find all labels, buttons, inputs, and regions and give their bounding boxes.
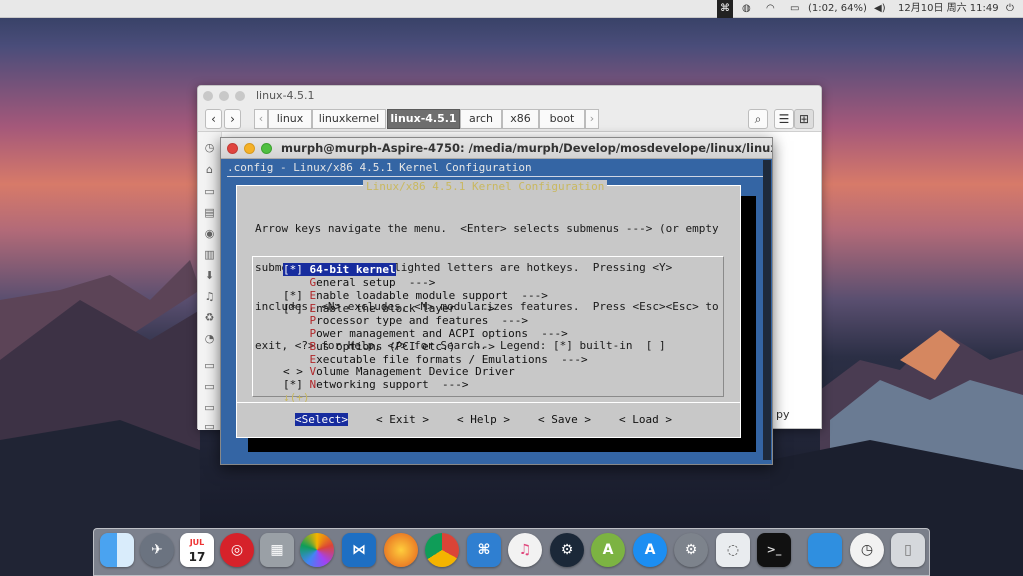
home-icon[interactable]: ⌂ <box>203 164 216 176</box>
menu-item-networking[interactable]: [*] Networking support ---> <box>283 378 468 391</box>
music-icon[interactable]: ♫ <box>203 291 216 303</box>
camera-icon[interactable]: ◉ <box>203 228 216 240</box>
breadcrumb-linux[interactable]: linux <box>268 109 312 129</box>
breadcrumb-boot[interactable]: boot <box>539 109 585 129</box>
power-icon[interactable]: ⏻ <box>1006 0 1014 18</box>
network-icon[interactable]: ◔ <box>203 333 216 345</box>
close-icon[interactable] <box>227 143 238 154</box>
breadcrumb-scroll-right[interactable]: › <box>585 109 599 129</box>
pictures-icon[interactable]: ▥ <box>203 249 216 261</box>
menu-list: [*] 64-bit kernel General setup ---> [*]… <box>252 256 724 404</box>
window-title: linux-4.5.1 <box>256 89 315 102</box>
vscode-icon[interactable]: ⋈ <box>342 533 376 567</box>
breadcrumb-arch[interactable]: arch <box>460 109 502 129</box>
select-button[interactable]: <Select> <box>295 413 348 426</box>
clock-icon[interactable]: ◷ <box>850 533 884 567</box>
forward-button[interactable]: › <box>224 109 241 129</box>
maximize-icon[interactable] <box>261 143 272 154</box>
top-panel: ⌘ ◍ ◠ ▭ (1:02, 64%) ◀) 12月10日 周六 11:49 ⏻ <box>0 0 1023 18</box>
desktop-icon[interactable]: ▭ <box>203 186 216 198</box>
menu-item-general-setup[interactable]: General setup ---> <box>283 276 436 289</box>
terminal-icon[interactable]: >_ <box>757 533 791 567</box>
terminal-title: murph@murph-Aspire-4750: /media/murph/De… <box>281 141 772 155</box>
netease-music-icon[interactable]: ◎ <box>220 533 254 567</box>
itunes-icon[interactable]: ♫ <box>508 533 542 567</box>
load-button[interactable]: < Load > <box>619 413 672 426</box>
app-store-icon[interactable]: A <box>633 533 667 567</box>
file-manager-toolbar: ‹ › ‹ linux linuxkernel linux-4.5.1 arch… <box>198 106 821 132</box>
battery-icon[interactable]: ▭ <box>790 0 799 18</box>
config-header-rule <box>227 176 764 177</box>
terminal-scrollbar[interactable] <box>763 160 771 460</box>
menu-item-power-management[interactable]: Power management and ACPI options ---> <box>283 327 568 340</box>
launchpad-icon[interactable]: ✈ <box>140 533 174 567</box>
calculator-icon[interactable]: ▦ <box>260 533 294 567</box>
drive-3-icon[interactable]: ▭ <box>203 402 216 414</box>
drive-1-icon[interactable]: ▭ <box>203 360 216 372</box>
chrome-icon[interactable] <box>425 533 459 567</box>
volume-icon[interactable]: ◀) <box>874 0 886 18</box>
breadcrumb-linux-4.5.1[interactable]: linux-4.5.1 <box>387 109 460 129</box>
dialog-title: Linux/x86 4.5.1 Kernel Configuration <box>363 180 608 193</box>
breadcrumb-linuxkernel[interactable]: linuxkernel <box>312 109 386 129</box>
file-manager-titlebar: linux-4.5.1 <box>198 86 821 106</box>
steam-icon[interactable]: ⚙ <box>550 533 584 567</box>
terminal-titlebar: murph@murph-Aspire-4750: /media/murph/De… <box>221 138 772 159</box>
wechat-icon[interactable]: ◌ <box>716 533 750 567</box>
exit-button[interactable]: < Exit > <box>376 413 429 426</box>
downloads-icon[interactable]: ⬇ <box>203 270 216 282</box>
calendar-month: JUL <box>189 538 205 547</box>
drive-2-icon[interactable]: ▭ <box>203 381 216 393</box>
firefox-icon[interactable] <box>384 533 418 567</box>
grid-view-icon[interactable]: ⊞ <box>794 109 814 129</box>
recent-icon[interactable]: ◷ <box>203 142 216 154</box>
trash-sidebar-icon[interactable]: ♻ <box>203 312 216 324</box>
wifi-icon[interactable]: ◠ <box>766 0 775 18</box>
menu-item-volume-management[interactable]: < > Volume Management Device Driver <box>283 365 515 378</box>
back-button[interactable]: ‹ <box>205 109 222 129</box>
wechat-tray-icon[interactable]: ◍ <box>742 0 751 18</box>
breadcrumb-x86[interactable]: x86 <box>502 109 539 129</box>
file-label-partial[interactable]: py <box>776 408 790 421</box>
trash-icon[interactable]: ▯ <box>891 533 925 567</box>
documents-icon[interactable]: ▤ <box>203 207 216 219</box>
help-button[interactable]: < Help > <box>457 413 510 426</box>
menu-item-bus-options[interactable]: Bus options (PCI etc.) ---> <box>283 340 495 353</box>
minimize-icon[interactable] <box>244 143 255 154</box>
help-line: Arrow keys navigate the menu. <Enter> se… <box>255 222 719 235</box>
finder-icon[interactable] <box>100 533 134 567</box>
drive-4-icon[interactable]: ▭ <box>203 421 216 433</box>
battery-status: (1:02, 64%) <box>808 3 867 14</box>
menu-item-loadable-modules[interactable]: [*] Enable loadable module support ---> <box>283 289 548 302</box>
command-icon[interactable]: ⌘ <box>717 0 733 18</box>
dialog-button-row: <Select> < Exit > < Help > < Save > < Lo… <box>237 402 740 438</box>
system-preferences-icon[interactable]: ⚙ <box>674 533 708 567</box>
config-header: .config - Linux/x86 4.5.1 Kernel Configu… <box>227 161 532 174</box>
calendar-icon[interactable]: JUL 17 <box>180 533 214 567</box>
search-icon[interactable]: ⌕ <box>748 109 768 129</box>
menuconfig-dialog: Linux/x86 4.5.1 Kernel Configuration Arr… <box>236 180 741 438</box>
calendar-day: 17 <box>188 550 206 564</box>
maximize-icon[interactable] <box>235 91 245 101</box>
breadcrumb-scroll-left[interactable]: ‹ <box>254 109 268 129</box>
sidebar: ◷ ⌂ ▭ ▤ ◉ ▥ ⬇ ♫ ♻ ◔ ▭ ▭ ▭ ▭ <box>198 132 222 433</box>
android-studio-icon[interactable]: A <box>591 533 625 567</box>
menu-item-64bit-kernel[interactable]: [*] 64-bit kernel <box>283 263 396 276</box>
photos-icon[interactable] <box>300 533 334 567</box>
close-icon[interactable] <box>203 91 213 101</box>
files-icon[interactable] <box>808 533 842 567</box>
minimize-icon[interactable] <box>219 91 229 101</box>
maps-icon[interactable]: ⌘ <box>467 533 501 567</box>
clock-datetime[interactable]: 12月10日 周六 11:49 <box>898 0 999 18</box>
list-view-icon[interactable]: ☰ <box>774 109 794 129</box>
menu-item-processor[interactable]: Processor type and features ---> <box>283 314 529 327</box>
terminal-window: murph@murph-Aspire-4750: /media/murph/De… <box>220 137 773 465</box>
save-button[interactable]: < Save > <box>538 413 591 426</box>
dock: ✈ JUL 17 ◎ ▦ ⋈ ⌘ ♫ ⚙ A A ⚙ ◌ >_ ◷ ▯ <box>93 528 930 576</box>
